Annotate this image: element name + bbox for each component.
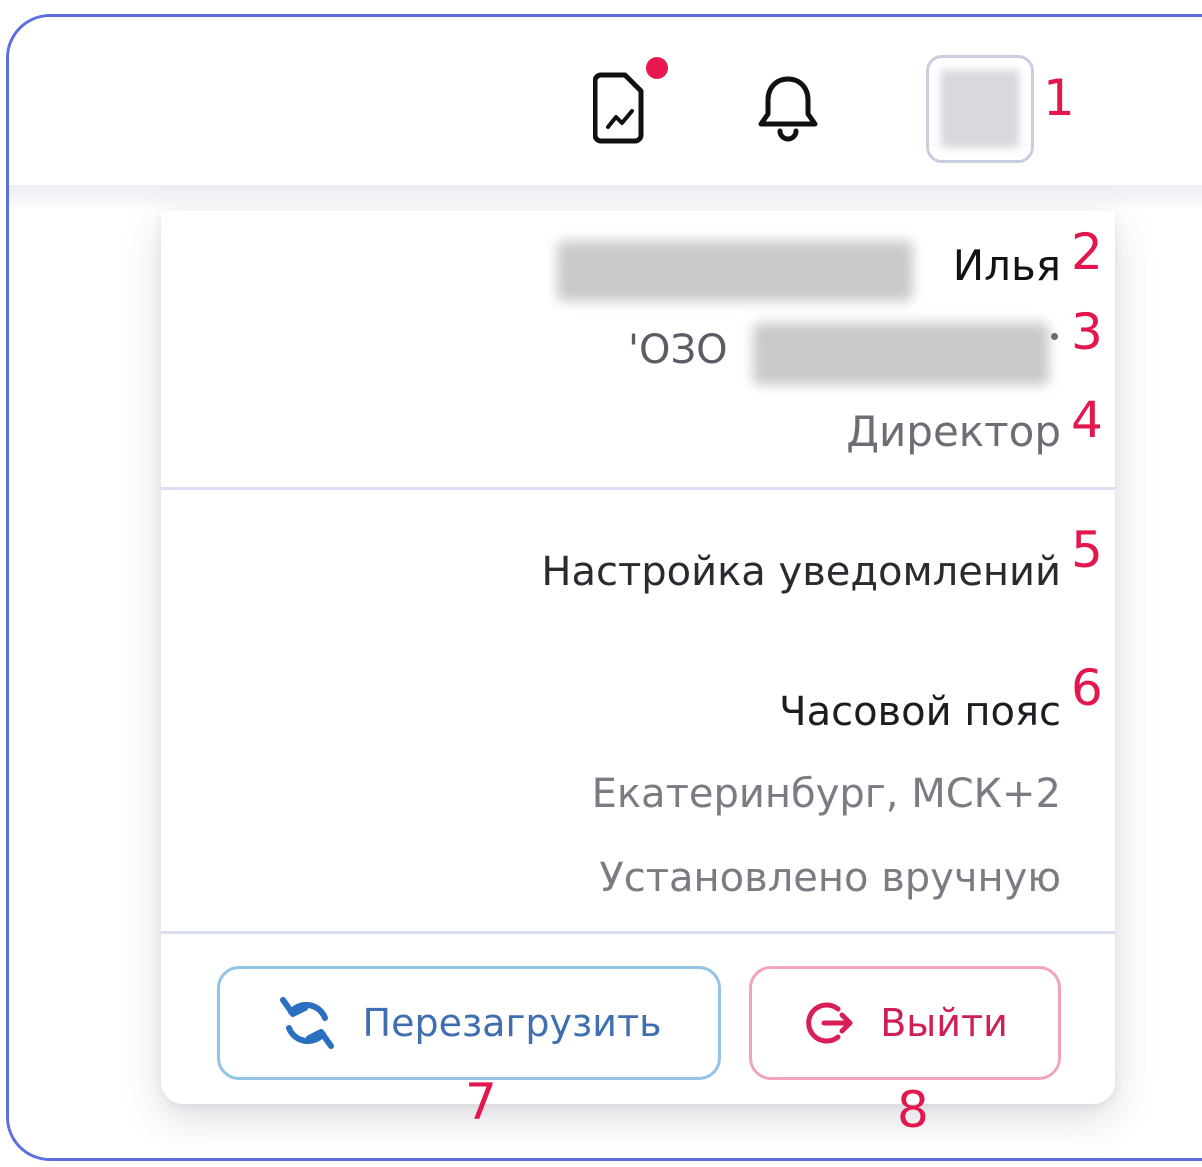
org-prefix: 'ОЗО <box>628 327 728 373</box>
annotation-7: 7 <box>465 1073 497 1131</box>
reload-button-label: Перезагрузить <box>362 1001 662 1045</box>
profile-dropdown: Илья 'ОЗО Директор Настройка уведомлений… <box>161 211 1115 1104</box>
redacted-surname <box>557 241 913 301</box>
notification-dot <box>646 57 668 79</box>
user-role: Директор <box>846 407 1061 456</box>
logout-icon <box>806 1002 853 1044</box>
annotation-4: 4 <box>1071 391 1103 449</box>
timezone-setting[interactable]: Часовой пояс <box>779 689 1061 735</box>
avatar[interactable] <box>926 55 1034 163</box>
annotation-2: 2 <box>1071 223 1103 281</box>
avatar-image <box>941 70 1019 148</box>
notification-settings-link[interactable]: Настройка уведомлений <box>541 549 1061 595</box>
timezone-mode: Установлено вручную <box>599 855 1061 901</box>
org-mark <box>1051 333 1058 340</box>
timezone-value: Екатеринбург, МСК+2 <box>591 771 1061 817</box>
app-frame: Илья 'ОЗО Директор Настройка уведомлений… <box>6 14 1202 1161</box>
divider <box>161 487 1115 490</box>
report-icon[interactable] <box>592 61 649 147</box>
annotation-5: 5 <box>1071 521 1103 579</box>
logout-button[interactable]: Выйти <box>749 966 1061 1080</box>
reload-button[interactable]: Перезагрузить <box>217 966 721 1080</box>
logout-button-label: Выйти <box>880 1001 1008 1045</box>
redacted-org-name <box>753 323 1049 385</box>
top-bar <box>9 17 1202 187</box>
divider <box>161 931 1115 934</box>
annotation-8: 8 <box>897 1081 929 1139</box>
annotation-6: 6 <box>1071 659 1103 717</box>
refresh-icon <box>279 997 334 1049</box>
bell-icon[interactable] <box>755 71 821 147</box>
annotation-3: 3 <box>1071 303 1103 361</box>
user-name: Илья <box>952 241 1061 290</box>
annotation-1: 1 <box>1043 69 1075 127</box>
